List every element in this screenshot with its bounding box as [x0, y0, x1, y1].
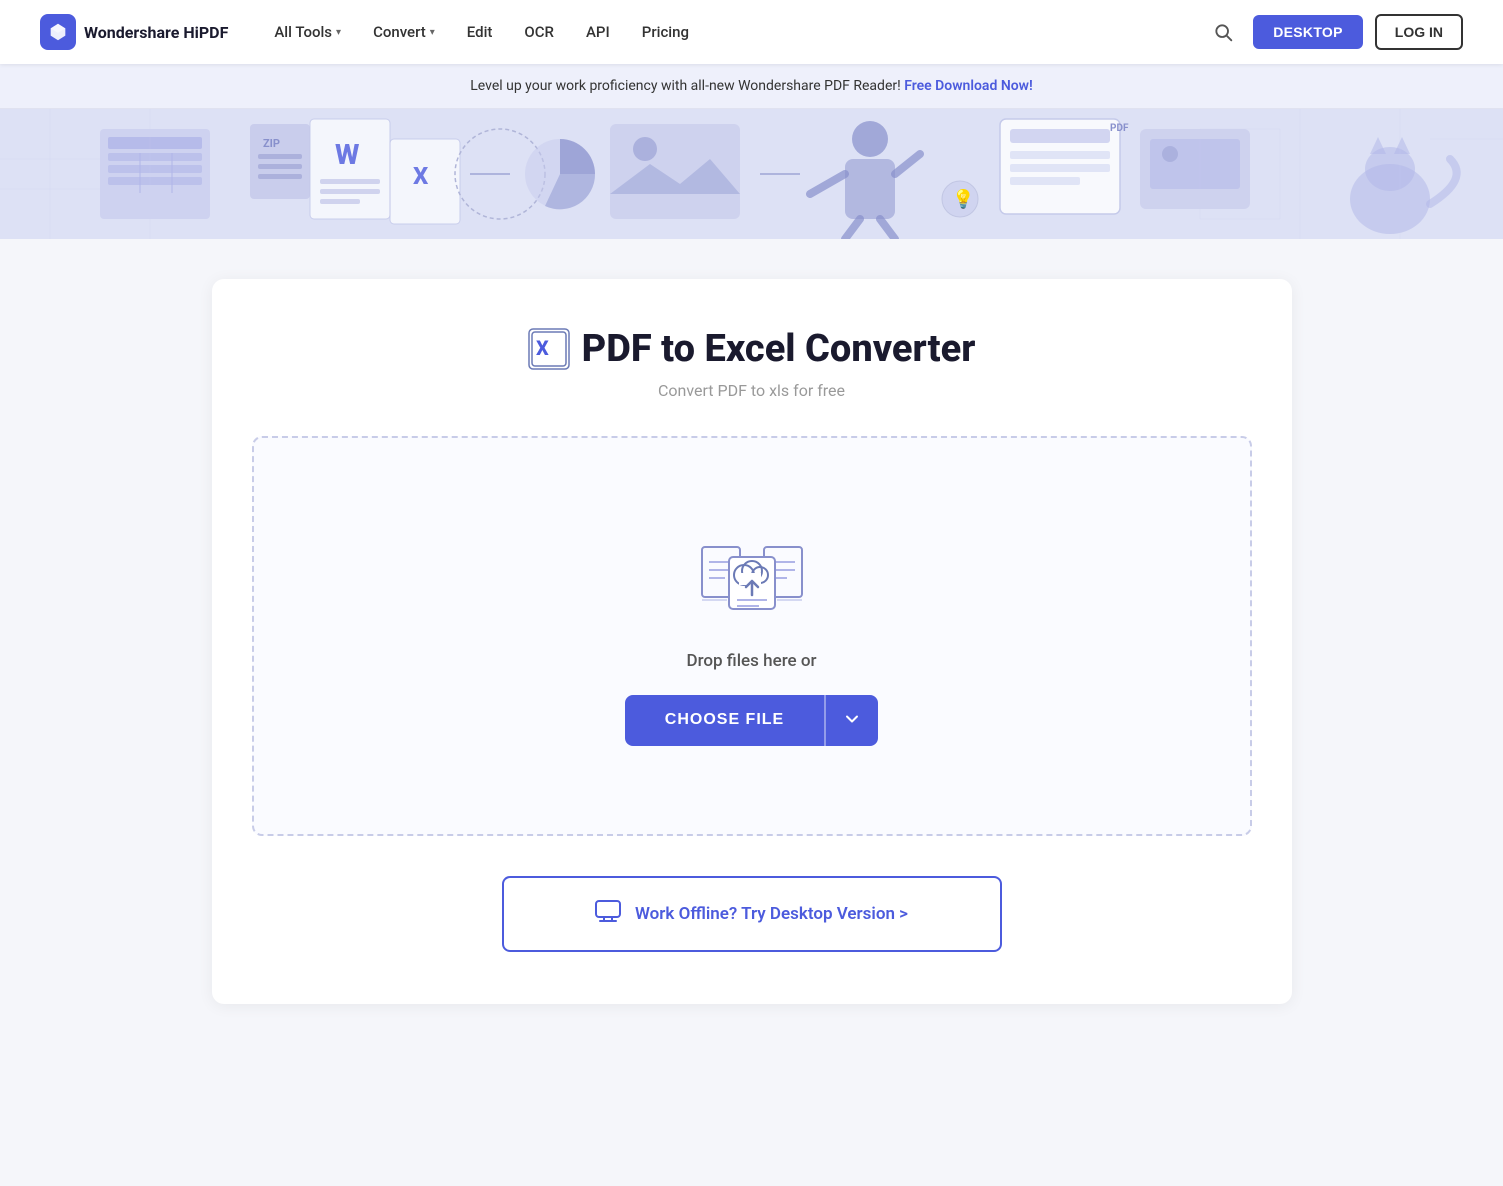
chevron-down-icon: ▾ [430, 27, 435, 38]
page-title: PDF to Excel Converter [582, 327, 976, 371]
offline-text: Work Offline? Try Desktop Version > [635, 904, 908, 924]
nav-item-pricing[interactable]: Pricing [628, 15, 703, 49]
main-content: X PDF to Excel Converter Convert PDF to … [192, 239, 1312, 1064]
svg-text:💡: 💡 [952, 188, 974, 210]
offline-banner[interactable]: Work Offline? Try Desktop Version > [502, 876, 1002, 952]
hero-illustration: ZIP W X 💡 [0, 109, 1503, 239]
file-source-dropdown-button[interactable] [824, 695, 878, 746]
choose-file-group: CHOOSE FILE [625, 695, 878, 746]
nav-item-ocr[interactable]: OCR [510, 15, 568, 49]
logo-area[interactable]: Wondershare HiPDF [40, 14, 228, 50]
nav-actions: DESKTOP LOG IN [1205, 14, 1463, 50]
banner-text: Level up your work proficiency with all-… [470, 78, 900, 94]
nav-item-api[interactable]: API [572, 15, 624, 49]
drop-zone[interactable]: Drop files here or CHOOSE FILE [252, 436, 1252, 836]
svg-text:PDF: PDF [1110, 123, 1129, 134]
converter-subtitle: Convert PDF to xls for free [252, 381, 1252, 400]
upload-illustration [697, 527, 807, 627]
converter-card: X PDF to Excel Converter Convert PDF to … [212, 279, 1292, 1004]
logo-icon [40, 14, 76, 50]
drop-text: Drop files here or [686, 651, 816, 671]
promo-banner: Level up your work proficiency with all-… [0, 64, 1503, 109]
logo-text: Wondershare HiPDF [84, 23, 228, 42]
navbar: Wondershare HiPDF All Tools ▾ Convert ▾ … [0, 0, 1503, 64]
monitor-icon [595, 900, 621, 928]
banner-link[interactable]: Free Download Now! [904, 78, 1033, 94]
excel-pdf-icon: X [528, 328, 570, 370]
chevron-down-icon: ▾ [336, 27, 341, 38]
choose-file-button[interactable]: CHOOSE FILE [625, 695, 824, 746]
chevron-down-icon [844, 711, 860, 727]
login-button[interactable]: LOG IN [1375, 14, 1463, 50]
nav-links: All Tools ▾ Convert ▾ Edit OCR API Prici… [260, 15, 1205, 49]
svg-text:ZIP: ZIP [263, 137, 280, 150]
nav-item-all-tools[interactable]: All Tools ▾ [260, 15, 355, 49]
svg-text:X: X [536, 336, 549, 360]
svg-text:X: X [413, 162, 429, 190]
converter-title: X PDF to Excel Converter [252, 327, 1252, 371]
desktop-button[interactable]: DESKTOP [1253, 15, 1363, 49]
search-button[interactable] [1205, 14, 1241, 50]
nav-item-edit[interactable]: Edit [453, 15, 507, 49]
nav-item-convert[interactable]: Convert ▾ [359, 15, 449, 49]
svg-text:W: W [335, 138, 360, 171]
